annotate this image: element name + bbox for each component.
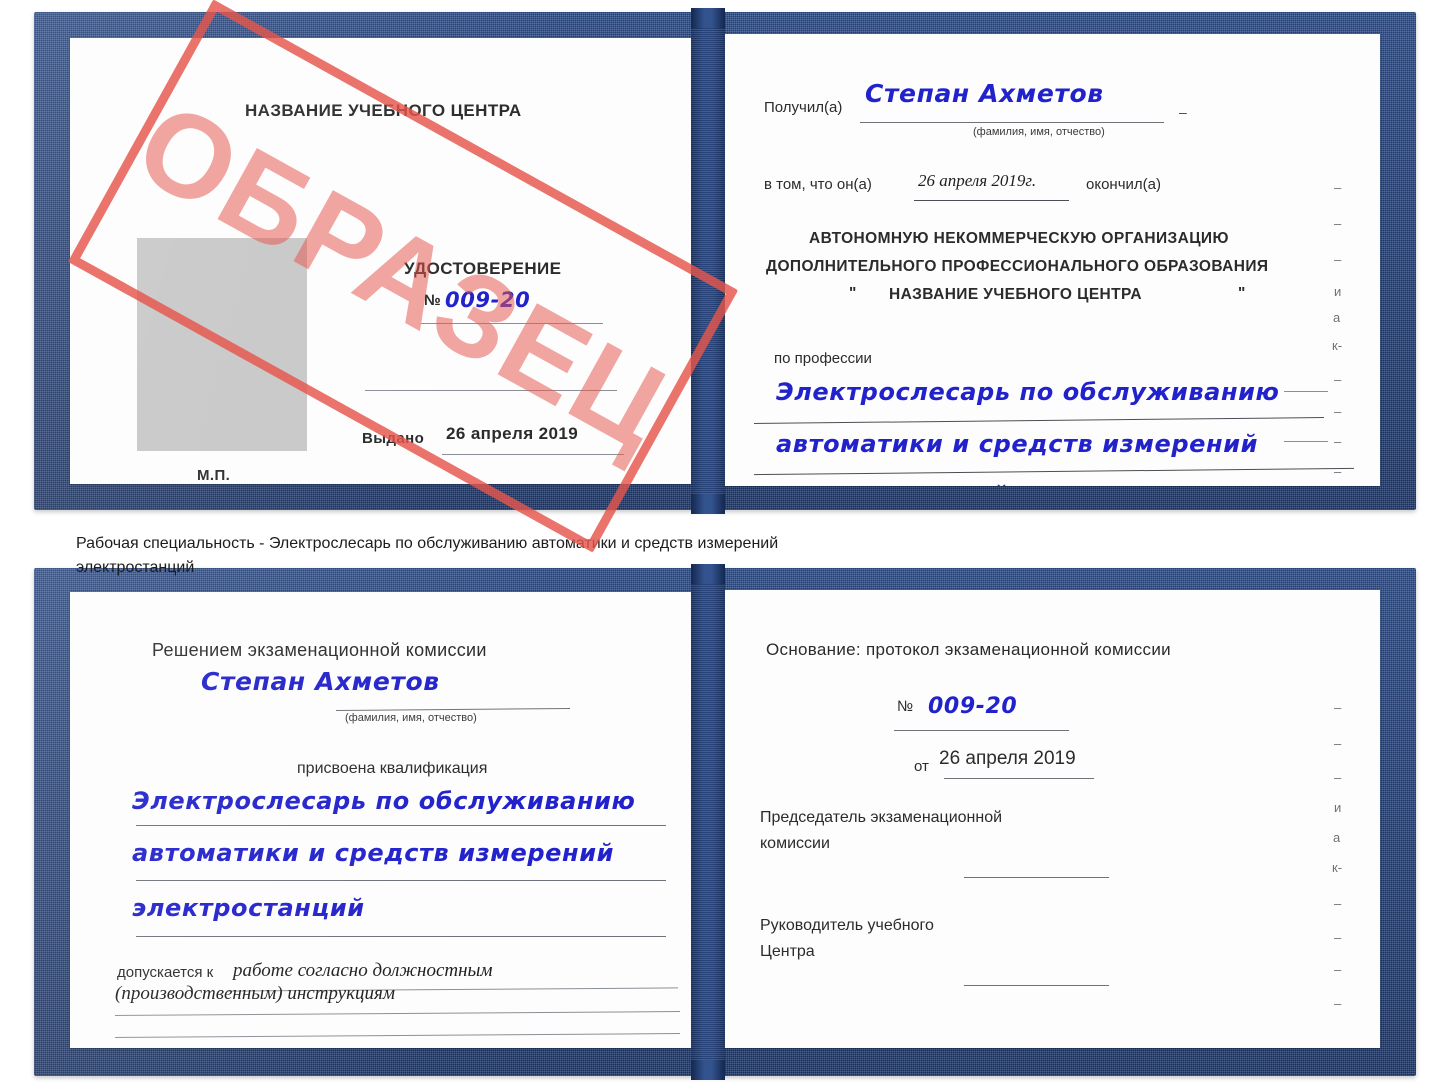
qualification-rule-2 <box>136 880 666 881</box>
qualification-rule-3 <box>136 936 666 937</box>
received-label: Получил(а) <box>764 99 843 116</box>
qualification-line-3: электростанций <box>132 894 365 922</box>
margin-mark: и <box>1334 284 1342 299</box>
profession-rule-2 <box>754 467 1354 476</box>
margin-mark: к- <box>1332 860 1343 875</box>
issued-label: Выдано <box>362 430 425 447</box>
org-line-2: ДОПОЛНИТЕЛЬНОГО ПРОФЕССИОНАЛЬНОГО ОБРАЗО… <box>766 258 1269 275</box>
received-margin-dash: – <box>1179 104 1187 120</box>
head-signature-rule <box>964 985 1109 986</box>
certificate-number-value: 009-20 <box>445 288 531 312</box>
margin-mark: – <box>1334 930 1342 945</box>
top-book-spine <box>691 12 725 510</box>
protocol-number-label: № <box>897 698 914 715</box>
admitted-rule-2 <box>115 1011 680 1016</box>
margin-mark: – <box>1334 770 1342 785</box>
protocol-date-label: от <box>914 758 929 775</box>
profession-label: по профессии <box>774 350 872 367</box>
admitted-line-2: (производственным) инструкциям <box>115 983 395 1004</box>
margin-mark: – <box>1334 896 1342 911</box>
top-book-spine-cap-upper <box>691 8 725 28</box>
profession-line-1: Электрослесарь по обслуживанию <box>776 378 1280 406</box>
received-hint: (фамилия, имя, отчество) <box>973 126 1105 138</box>
profession-line-3: электростанций <box>776 481 1009 486</box>
received-rule <box>860 122 1164 123</box>
caption: Рабочая специальность - Электрослесарь п… <box>76 532 1136 580</box>
head-line-1: Руководитель учебного <box>760 917 934 934</box>
org-line-3: НАЗВАНИЕ УЧЕБНОГО ЦЕНТРА <box>889 286 1142 303</box>
blank-rule <box>365 390 617 391</box>
issued-value: 26 апреля 2019 <box>446 424 579 443</box>
margin-mark: к- <box>1332 338 1343 353</box>
graduate-name-rule <box>336 707 570 712</box>
finished-label: окончил(а) <box>1086 176 1161 193</box>
photo-placeholder <box>137 238 307 451</box>
top-book-spine-cap-lower <box>691 494 725 514</box>
qualification-line-2: автоматики и средств измерений <box>132 839 615 867</box>
edge-rule-a <box>1284 391 1328 392</box>
protocol-date-rule <box>944 778 1094 779</box>
edge-rule-b <box>1284 441 1328 442</box>
training-center-name: НАЗВАНИЕ УЧЕБНОГО ЦЕНТРА <box>245 101 522 120</box>
org-quote-open: " <box>849 285 857 302</box>
margin-mark: – <box>1334 216 1342 231</box>
margin-mark: – <box>1334 996 1342 1011</box>
margin-mark: – <box>1334 372 1342 387</box>
caption-line-2: электростанций <box>76 559 195 576</box>
chairman-line-1: Председатель экзаменационной <box>760 809 1003 826</box>
top-left-page: НАЗВАНИЕ УЧЕБНОГО ЦЕНТРА УДОСТОВЕРЕНИЕ №… <box>70 38 715 484</box>
qualification-line-1: Электрослесарь по обслуживанию <box>132 787 636 815</box>
admitted-rule-3 <box>115 1033 680 1038</box>
certificate-title: УДОСТОВЕРЕНИЕ <box>404 259 562 278</box>
protocol-number-value: 009-20 <box>928 694 1018 719</box>
margin-mark: – <box>1334 252 1342 267</box>
seal-mark-label: М.П. <box>197 467 231 484</box>
issued-rule <box>442 454 624 455</box>
certificate-top: НАЗВАНИЕ УЧЕБНОГО ЦЕНТРА УДОСТОВЕРЕНИЕ №… <box>34 8 1416 514</box>
org-line-1: АВТОНОМНУЮ НЕКОММЕРЧЕСКУЮ ОРГАНИЗАЦИЮ <box>809 230 1229 247</box>
admitted-line-1: работе согласно должностным <box>233 960 493 981</box>
received-value: Степан Ахметов <box>865 79 1104 108</box>
margin-mark: – <box>1334 464 1342 479</box>
top-right-page: Получил(а) Степан Ахметов (фамилия, имя,… <box>724 34 1380 486</box>
top-right-margin-marks: – – – и а к- – – – – <box>1328 180 1362 479</box>
margin-mark: – <box>1334 434 1342 449</box>
completion-date: 26 апреля 2019г. <box>918 171 1037 190</box>
certificate-number-rule <box>421 323 603 324</box>
graduate-name-value: Степан Ахметов <box>201 667 440 696</box>
protocol-date-value: 26 апреля 2019 <box>939 748 1076 769</box>
chairman-signature-rule <box>964 877 1109 878</box>
basis-label: Основание: протокол экзаменационной коми… <box>766 640 1171 659</box>
profession-line-2: автоматики и средств измерений <box>776 430 1259 458</box>
profession-rule-1 <box>754 417 1324 424</box>
margin-mark: – <box>1334 404 1342 419</box>
margin-mark: – <box>1334 700 1342 715</box>
certificate-bottom: Решением экзаменационной комиссии Степан… <box>34 564 1416 1080</box>
bottom-book-spine <box>691 568 725 1076</box>
margin-mark: а <box>1333 830 1341 845</box>
protocol-number-rule <box>894 730 1069 731</box>
bottom-right-margin-marks: – – – и а к- – – – – <box>1328 700 1362 1011</box>
org-quote-close: " <box>1238 285 1246 302</box>
margin-mark: – <box>1334 962 1342 977</box>
graduate-name-hint: (фамилия, имя, отчество) <box>345 712 477 724</box>
certificate-number-label: № <box>424 292 442 309</box>
commission-decision-heading: Решением экзаменационной комиссии <box>152 640 487 660</box>
bottom-book-spine-cap-lower <box>691 1060 725 1080</box>
margin-mark: а <box>1333 310 1341 325</box>
that-he-label: в том, что он(а) <box>764 176 872 193</box>
bottom-right-page: Основание: протокол экзаменационной коми… <box>724 590 1380 1048</box>
completion-date-rule <box>914 200 1069 201</box>
qualification-rule-1 <box>136 825 666 826</box>
caption-line-1: Рабочая специальность - Электрослесарь п… <box>76 535 779 552</box>
bottom-left-page: Решением экзаменационной комиссии Степан… <box>70 592 715 1048</box>
margin-mark: – <box>1334 180 1342 195</box>
margin-mark: – <box>1334 736 1342 751</box>
qualification-label: присвоена квалификация <box>297 760 488 777</box>
head-line-2: Центра <box>760 943 815 960</box>
admitted-label: допускается к <box>117 964 214 981</box>
margin-mark: и <box>1334 800 1342 815</box>
chairman-line-2: комиссии <box>760 835 830 852</box>
